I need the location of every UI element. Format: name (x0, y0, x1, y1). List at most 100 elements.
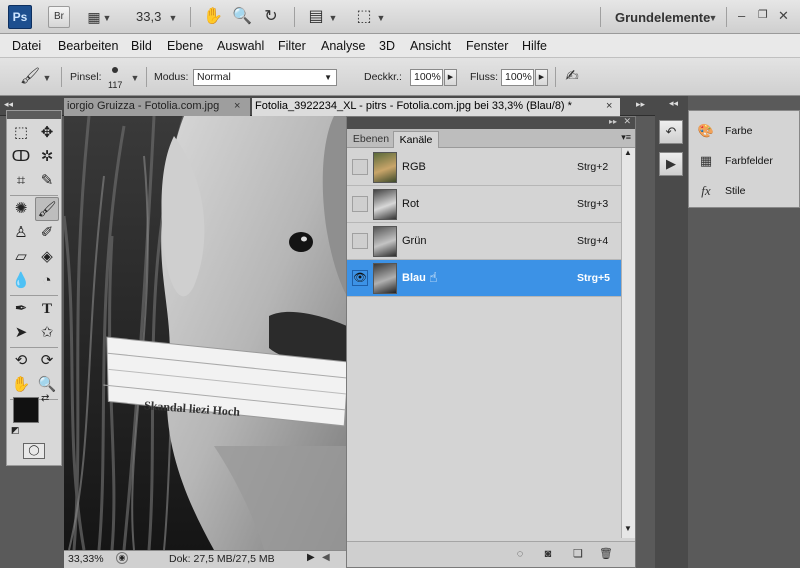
menu-fenster[interactable]: Fenster (466, 39, 508, 53)
foreground-color-swatch[interactable] (13, 397, 39, 423)
mode-select[interactable]: Normal ▼ (193, 69, 337, 86)
quick-mask-icon[interactable]: ◯ (23, 443, 45, 459)
history-brush-tool-icon[interactable]: ✐ (35, 221, 59, 245)
blur-tool-icon[interactable]: 💧 (9, 269, 33, 293)
channel-row-blau[interactable]: 👁 Blau ☝ Strg+5 (347, 260, 621, 297)
save-selection-icon[interactable]: ◙ (541, 547, 555, 561)
dock-item-farbfelder[interactable]: ▦ Farbfelder (695, 149, 799, 173)
brush-tool-icon[interactable]: 🖌 (35, 197, 59, 221)
workspace-switcher[interactable]: Grundelemente (615, 10, 710, 25)
visibility-toggle[interactable] (352, 196, 368, 212)
opacity-slider-icon[interactable]: ▶ (444, 69, 457, 86)
lasso-tool-icon[interactable]: ↀ (9, 145, 33, 169)
path-selection-tool-icon[interactable]: ➤ (9, 321, 33, 345)
toolbox-header[interactable] (7, 111, 61, 119)
custom-shape-tool-icon[interactable]: ✩ (35, 321, 59, 345)
image-canvas[interactable]: Skandal liezi Hoch (64, 116, 347, 550)
type-tool-icon[interactable]: T (35, 297, 59, 321)
tab-gruizza[interactable]: iorgio Gruizza - Fotolia.com.jpg × (64, 98, 250, 116)
eraser-tool-icon[interactable]: ▱ (9, 245, 33, 269)
crop-tool-icon[interactable]: ⌗ (9, 169, 33, 193)
eye-icon[interactable]: 👁 (352, 270, 368, 286)
channel-row-gruen[interactable]: Grün Strg+4 (347, 223, 621, 260)
close-icon[interactable]: ✕ (778, 8, 789, 24)
zoom-status-icon[interactable]: ◉ (116, 552, 128, 564)
3d-orbit-tool-icon[interactable]: ⟳ (35, 349, 59, 373)
panel-scrollbar[interactable]: ▲ ▼ (621, 148, 635, 538)
hand-icon[interactable]: ✋ (201, 5, 225, 29)
menu-filter[interactable]: Filter (278, 39, 306, 53)
zoom-level[interactable]: 33,3 (136, 9, 161, 24)
tab-close-icon[interactable]: × (606, 98, 612, 115)
brush-preview-icon[interactable] (112, 67, 118, 73)
opacity-field[interactable]: 100% (410, 69, 443, 86)
menu-auswahl[interactable]: Auswahl (217, 39, 264, 53)
eyedropper-tool-icon[interactable]: ✎ (35, 169, 59, 193)
marquee-tool-icon[interactable]: ⬚ (9, 121, 33, 145)
menu-ansicht[interactable]: Ansicht (410, 39, 451, 53)
tab-overflow-icon[interactable]: ▸▸ (636, 99, 645, 110)
brush-tool-preset-icon[interactable]: 🖌 (18, 65, 42, 89)
delete-channel-icon[interactable]: 🗑 (599, 547, 613, 561)
scroll-down-icon[interactable]: ▼ (624, 524, 632, 533)
menu-bild[interactable]: Bild (131, 39, 152, 53)
dock-item-stile[interactable]: fx Stile (695, 179, 799, 203)
arrange-documents-icon[interactable]: ▤ (304, 5, 328, 29)
dock-collapse-icon[interactable]: ◂◂ (669, 98, 678, 109)
chevron-down-icon[interactable]: ▼ (100, 5, 114, 29)
load-selection-icon[interactable]: ◌ (513, 547, 527, 561)
status-menu-icon[interactable]: ▶ (307, 552, 315, 563)
screen-mode-icon[interactable]: ⬚ (352, 5, 376, 29)
menu-3d[interactable]: 3D (379, 39, 395, 53)
tab-ebenen[interactable]: Ebenen (349, 131, 393, 148)
toolbox-collapse-icon[interactable]: ◂◂ (4, 99, 13, 110)
hand-tool-icon[interactable]: ✋ (9, 373, 33, 397)
dodge-tool-icon[interactable]: ◔ (35, 269, 59, 293)
arrange-dropdown-icon[interactable]: ▼ (326, 5, 340, 29)
zoom-status[interactable]: 33,33% (68, 553, 104, 565)
minimize-icon[interactable]: – (738, 8, 745, 23)
clone-stamp-tool-icon[interactable]: ♙ (9, 221, 33, 245)
history-icon[interactable]: ↶ (659, 120, 683, 144)
menu-analyse[interactable]: Analyse (321, 39, 365, 53)
tab-fotolia-active[interactable]: Fotolia_3922234_XL - pitrs - Fotolia.com… (252, 98, 620, 116)
rotate-view-icon[interactable]: ↻ (259, 5, 283, 29)
airbrush-icon[interactable]: ✍ (560, 65, 584, 89)
visibility-toggle[interactable] (352, 159, 368, 175)
channel-row-rgb[interactable]: RGB Strg+2 (347, 149, 621, 186)
tab-kanaele[interactable]: Kanäle (393, 131, 439, 148)
panel-collapse-icon[interactable]: ▸▸ (609, 117, 617, 126)
panel-menu-icon[interactable]: ▾≡ (621, 132, 631, 143)
tab-close-icon[interactable]: × (234, 98, 240, 115)
visibility-toggle[interactable] (352, 233, 368, 249)
move-tool-icon[interactable]: ✥ (35, 121, 59, 145)
default-colors-icon[interactable]: ◩ (11, 425, 20, 436)
pen-tool-icon[interactable]: ✒ (9, 297, 33, 321)
menu-hilfe[interactable]: Hilfe (522, 39, 547, 53)
magic-wand-tool-icon[interactable]: ✲ (35, 145, 59, 169)
zoom-dropdown-icon[interactable]: ▼ (166, 5, 180, 29)
menu-datei[interactable]: Datei (12, 39, 41, 53)
restore-icon[interactable]: ❐ (758, 8, 768, 21)
menu-ebene[interactable]: Ebene (167, 39, 203, 53)
menu-bearbeiten[interactable]: Bearbeiten (58, 39, 118, 53)
workspace-dropdown-icon[interactable]: ▼ (706, 5, 720, 29)
3d-rotate-tool-icon[interactable]: ⟲ (9, 349, 33, 373)
flow-field[interactable]: 100% (501, 69, 534, 86)
channel-row-rot[interactable]: Rot Strg+3 (347, 186, 621, 223)
panel-header[interactable]: ▸▸ ✕ (347, 116, 635, 129)
paint-bucket-tool-icon[interactable]: ◈ (35, 245, 59, 269)
scroll-up-icon[interactable]: ▲ (624, 148, 632, 157)
flow-slider-icon[interactable]: ▶ (535, 69, 548, 86)
scroll-left-icon[interactable]: ◀ (322, 552, 330, 563)
panel-close-icon[interactable]: ✕ (623, 116, 631, 127)
new-channel-icon[interactable]: ❏ (571, 547, 585, 561)
actions-icon[interactable]: ▶ (659, 152, 683, 176)
dock-item-farbe[interactable]: 🎨 Farbe (695, 119, 799, 143)
screen-mode-dropdown-icon[interactable]: ▼ (374, 5, 388, 29)
zoom-icon[interactable]: 🔍 (230, 5, 254, 29)
healing-brush-tool-icon[interactable]: ✺ (9, 197, 33, 221)
tool-preset-dropdown-icon[interactable]: ▼ (40, 65, 54, 89)
bridge-button[interactable]: Br (48, 6, 70, 28)
swap-colors-icon[interactable]: ⇄ (41, 393, 49, 404)
